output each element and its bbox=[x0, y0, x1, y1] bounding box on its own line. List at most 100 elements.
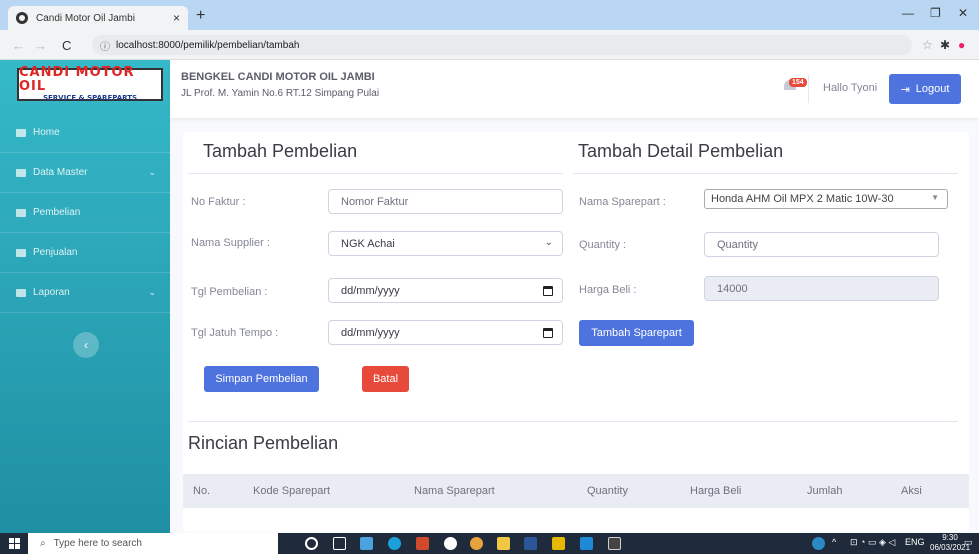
calendar-icon[interactable] bbox=[543, 328, 553, 338]
supplier-label: Nama Supplier : bbox=[191, 237, 270, 249]
topbar-divider bbox=[808, 75, 809, 103]
file-explorer-icon[interactable] bbox=[497, 537, 510, 550]
language-indicator[interactable]: ENG bbox=[905, 537, 925, 547]
app-icon[interactable] bbox=[444, 537, 457, 550]
mail-icon[interactable] bbox=[360, 537, 373, 550]
harga-beli-value: 14000 bbox=[717, 282, 748, 295]
notification-badge: 154 bbox=[789, 78, 807, 87]
sidebar-toggle-button[interactable]: ‹ bbox=[73, 332, 99, 358]
cashier-icon bbox=[16, 248, 26, 257]
chevron-down-icon: ⌄ bbox=[148, 167, 156, 177]
task-view-icon[interactable] bbox=[333, 537, 346, 550]
quantity-label: Quantity : bbox=[579, 239, 627, 251]
sidebar-item-pembelian[interactable]: Pembelian bbox=[0, 193, 170, 233]
column-header: No. bbox=[193, 485, 211, 497]
reload-icon[interactable]: C bbox=[62, 38, 71, 53]
notification-center-icon[interactable]: ▭ bbox=[964, 537, 973, 548]
section-divider bbox=[188, 421, 958, 422]
url-text: localhost:8000/pemilik/pembelian/tambah bbox=[116, 39, 300, 51]
tray-icons[interactable]: ⊡ ◔ ▭ ◈ ◁ bbox=[850, 537, 895, 548]
shop-address: JL Prof. M. Yamin No.6 RT.12 Simpang Pul… bbox=[181, 88, 380, 99]
help-icon[interactable] bbox=[812, 537, 825, 550]
cancel-button[interactable]: Batal bbox=[362, 366, 409, 392]
tab-close-icon[interactable]: × bbox=[173, 11, 180, 25]
tgl-jatuh-tempo-value: dd/mm/yyyy bbox=[341, 326, 400, 339]
terminal-icon[interactable] bbox=[608, 537, 621, 550]
profile-avatar-icon[interactable]: ● bbox=[958, 38, 965, 52]
caret-down-icon: ▼ bbox=[931, 193, 939, 202]
minimize-icon[interactable]: — bbox=[902, 6, 914, 20]
calendar-icon[interactable] bbox=[543, 286, 553, 296]
brand-logo[interactable]: CANDI MOTOR OIL SERVICE & SPAREPARTS bbox=[17, 65, 163, 102]
powerpoint-icon[interactable] bbox=[416, 537, 429, 550]
add-sparepart-button[interactable]: Tambah Sparepart bbox=[579, 320, 694, 346]
no-faktur-label: No Faktur : bbox=[191, 196, 246, 208]
report-icon bbox=[16, 288, 26, 297]
sidebar-item-data-master[interactable]: Data Master ⌄ bbox=[0, 153, 170, 193]
logout-icon: ⇥ bbox=[900, 83, 910, 96]
harga-beli-input: 14000 bbox=[704, 276, 939, 301]
windows-start-icon[interactable] bbox=[9, 538, 20, 549]
chrome-icon[interactable] bbox=[470, 537, 483, 550]
supplier-value: NGK Achai bbox=[341, 237, 395, 250]
sidebar-item-home[interactable]: Home bbox=[0, 113, 170, 153]
column-header: Aksi bbox=[901, 485, 922, 497]
back-icon[interactable]: ← bbox=[12, 38, 25, 53]
supplier-select[interactable]: NGK Achai ⌄ bbox=[328, 231, 563, 256]
main-content: Tambah Pembelian No Faktur : Nomor Faktu… bbox=[170, 118, 979, 533]
tgl-jatuh-tempo-input[interactable]: dd/mm/yyyy bbox=[328, 320, 563, 345]
forward-icon[interactable]: → bbox=[34, 38, 47, 53]
cortana-icon[interactable] bbox=[305, 537, 318, 550]
brand-line1: CANDI MOTOR OIL bbox=[19, 65, 135, 94]
sparepart-value: Honda AHM Oil MPX 2 Matic 10W-30 bbox=[711, 193, 894, 205]
sidebar-item-label: Home bbox=[33, 127, 60, 138]
sidebar-item-label: Laporan bbox=[33, 287, 70, 298]
globe-icon bbox=[16, 12, 28, 24]
sidebar-item-laporan[interactable]: Laporan ⌄ bbox=[0, 273, 170, 313]
url-input[interactable]: ⓘ localhost:8000/pemilik/pembelian/tamba… bbox=[92, 35, 912, 55]
clock-time: 9:30 bbox=[942, 533, 958, 542]
browser-tab[interactable]: Candi Motor Oil Jambi × bbox=[8, 6, 188, 30]
word-icon[interactable] bbox=[524, 537, 537, 550]
chevron-down-icon: ⌄ bbox=[544, 237, 553, 248]
detail-title: Tambah Detail Pembelian bbox=[578, 141, 784, 161]
taskbar-search-input[interactable]: ⌕ Type here to search bbox=[28, 533, 278, 554]
logout-label: Logout bbox=[915, 83, 950, 95]
tgl-jatuh-tempo-label: Tgl Jatuh Tempo : bbox=[191, 327, 279, 339]
address-bar: ← → C ⓘ localhost:8000/pemilik/pembelian… bbox=[0, 30, 979, 60]
sparepart-label: Nama Sparepart : bbox=[579, 196, 666, 208]
windows-taskbar: ⌕ Type here to search ^ ⊡ ◔ ▭ ◈ ◁ ENG 9:… bbox=[0, 533, 979, 554]
tray-chevron-icon[interactable]: ^ bbox=[832, 537, 836, 547]
no-faktur-placeholder: Nomor Faktur bbox=[341, 195, 409, 208]
window-close-icon[interactable]: ✕ bbox=[958, 6, 968, 20]
no-faktur-input[interactable]: Nomor Faktur bbox=[328, 189, 563, 214]
bookmark-star-icon[interactable]: ☆ bbox=[922, 38, 933, 52]
tgl-pembelian-input[interactable]: dd/mm/yyyy bbox=[328, 278, 563, 303]
column-header: Nama Sparepart bbox=[414, 485, 495, 497]
restore-icon[interactable]: ❐ bbox=[930, 6, 941, 20]
tgl-pembelian-value: dd/mm/yyyy bbox=[341, 284, 400, 297]
new-tab-button[interactable]: + bbox=[196, 7, 205, 25]
chevron-down-icon: ⌄ bbox=[148, 287, 156, 297]
info-icon[interactable]: ⓘ bbox=[100, 38, 110, 53]
edge-icon[interactable] bbox=[388, 537, 401, 550]
tab-title: Candi Motor Oil Jambi bbox=[36, 12, 135, 24]
rincian-table-header: No. Kode Sparepart Nama Sparepart Quanti… bbox=[183, 474, 969, 508]
logout-button[interactable]: ⇥ Logout bbox=[889, 74, 961, 104]
sidebar: CANDI MOTOR OIL SERVICE & SPAREPARTS Hom… bbox=[0, 60, 170, 533]
sublime-icon[interactable] bbox=[552, 537, 565, 550]
extensions-icon[interactable]: ✱ bbox=[940, 38, 950, 52]
user-greeting[interactable]: Hallo Tyoni bbox=[823, 82, 877, 94]
brand-line2: SERVICE & SPAREPARTS bbox=[42, 94, 138, 102]
database-icon bbox=[16, 168, 26, 177]
sparepart-select[interactable]: Honda AHM Oil MPX 2 Matic 10W-30 ▼ bbox=[704, 189, 948, 209]
save-purchase-button[interactable]: Simpan Pembelian bbox=[204, 366, 319, 392]
column-header: Quantity bbox=[587, 485, 628, 497]
quantity-placeholder: Quantity bbox=[717, 238, 758, 251]
harga-beli-label: Harga Beli : bbox=[579, 284, 637, 296]
quantity-input[interactable]: Quantity bbox=[704, 232, 939, 257]
vscode-icon[interactable] bbox=[580, 537, 593, 550]
shop-name: BENGKEL CANDI MOTOR OIL JAMBI bbox=[181, 71, 375, 83]
sidebar-item-penjualan[interactable]: Penjualan bbox=[0, 233, 170, 273]
home-icon bbox=[16, 128, 26, 137]
